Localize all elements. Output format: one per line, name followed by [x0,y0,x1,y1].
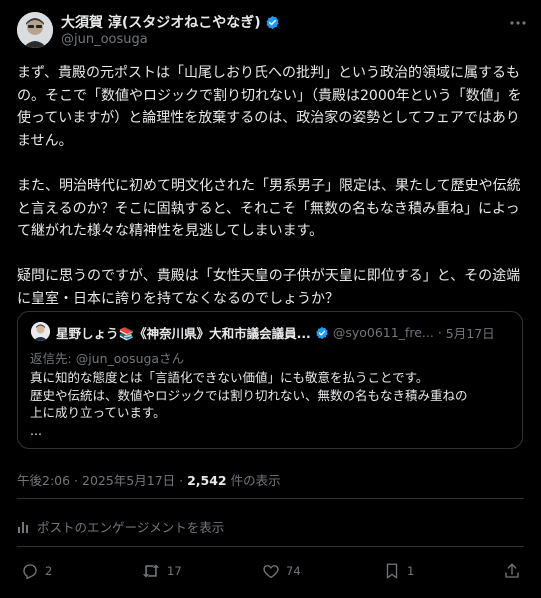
verified-icon [265,15,280,30]
reply-count: 2 [45,564,53,578]
share-icon [503,562,521,580]
repost-button[interactable]: 17 [141,562,182,580]
repost-count: 17 [167,564,182,578]
author-display-name[interactable]: 大須賀 淳(スタジオねこやなぎ) [61,12,261,32]
reply-handle[interactable]: @jun_oosugaさん [76,351,184,366]
quoted-tweet[interactable]: 星野しょう📚《神奈川県》大和市議会議員... @syo0611_fre... ·… [17,311,523,449]
verified-icon [315,326,329,340]
tweet-body: まず、貴殿の元ポストは「山尾しおり氏への批判」という政治的領域に属するもの。そこ… [17,62,527,333]
author-avatar[interactable] [17,12,53,48]
quoted-reply-line: 返信先: @jun_oosugaさん [30,348,184,367]
tweet-paragraph: まず、貴殿の元ポストは「山尾しおり氏への批判」という政治的領域に属するもの。そこ… [17,65,522,149]
quoted-text-line: ... [30,422,42,438]
tweet-meta: 午後2:06 · 2025年5月17日 · 2,542 件の表示 [17,470,281,489]
action-bar: 2 17 74 1 [0,562,541,582]
quoted-author-handle[interactable]: @syo0611_fre... [333,325,434,340]
quoted-separator: · [437,325,442,340]
divider [17,498,524,499]
quoted-author-avatar[interactable] [31,322,50,341]
view-engagements-link[interactable]: ポストのエンゲージメントを表示 [17,517,224,536]
like-icon [262,562,280,580]
view-count: 2,542 [187,473,227,488]
quoted-date[interactable]: 5月17日 [446,323,495,342]
quoted-author-name[interactable]: 星野しょう📚《神奈川県》大和市議会議員... [56,323,311,342]
quoted-text-line: 真に知的な態度とは「言語化できない価値」にも敬意を払うことです。 [30,370,429,385]
like-button[interactable]: 74 [262,562,301,580]
quoted-text: 真に知的な態度とは「言語化できない価値」にも敬意を払うことです。 歴史や伝統は、… [30,369,510,439]
quoted-text-line: 上に成り立っています。 [30,405,166,420]
divider [17,546,524,547]
quoted-text-line: 歴史や伝統は、数値やロジックでは割り切れない、無数の名もなき積み重ねの [30,387,468,403]
bookmark-count: 1 [407,564,415,578]
more-icon[interactable] [509,14,527,32]
share-button[interactable] [503,562,521,580]
repost-icon [141,562,161,580]
view-engagements-label: ポストのエンゲージメントを表示 [37,520,225,535]
view-count-label: 件の表示 [226,473,281,488]
analytics-icon [17,520,31,534]
bookmark-button[interactable]: 1 [383,562,414,580]
tweet-paragraph: 疑問に思うのですが、貴殿は「女性天皇の子供が天皇に即位する」と、その途端に皇室・… [17,268,521,307]
bookmark-icon [383,562,401,580]
reply-prefix: 返信先: [30,351,76,366]
author-handle[interactable]: @jun_oosuga [61,32,148,47]
like-count: 74 [286,564,301,578]
reply-icon [21,562,39,580]
reply-button[interactable]: 2 [21,562,52,580]
tweet-timestamp[interactable]: 午後2:06 · 2025年5月17日 · [17,473,187,488]
tweet-paragraph: また、明治時代に初めて明文化された「男系男子」限定は、果たして歴史や伝統と言える… [17,177,521,240]
